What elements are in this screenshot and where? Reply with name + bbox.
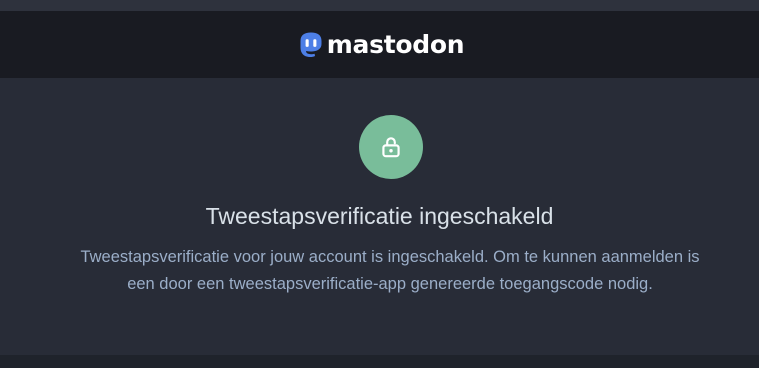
main-content: Tweestapsverificatie ingeschakeld Tweest…: [0, 78, 759, 355]
top-strip: [0, 0, 759, 11]
logo-wordmark: mastodon: [326, 29, 465, 59]
site-header: mastodon: [0, 11, 759, 78]
lock-icon: [382, 137, 400, 158]
mastodon-logo-link[interactable]: mastodon: [298, 29, 465, 59]
mastodon-logo-icon: [300, 32, 322, 57]
page-description: Tweestapsverificatie voor jouw account i…: [80, 248, 700, 293]
page-title: Tweestapsverificatie ingeschakeld: [205, 203, 554, 229]
bottom-strip: [0, 355, 759, 368]
lock-badge: [359, 115, 423, 179]
